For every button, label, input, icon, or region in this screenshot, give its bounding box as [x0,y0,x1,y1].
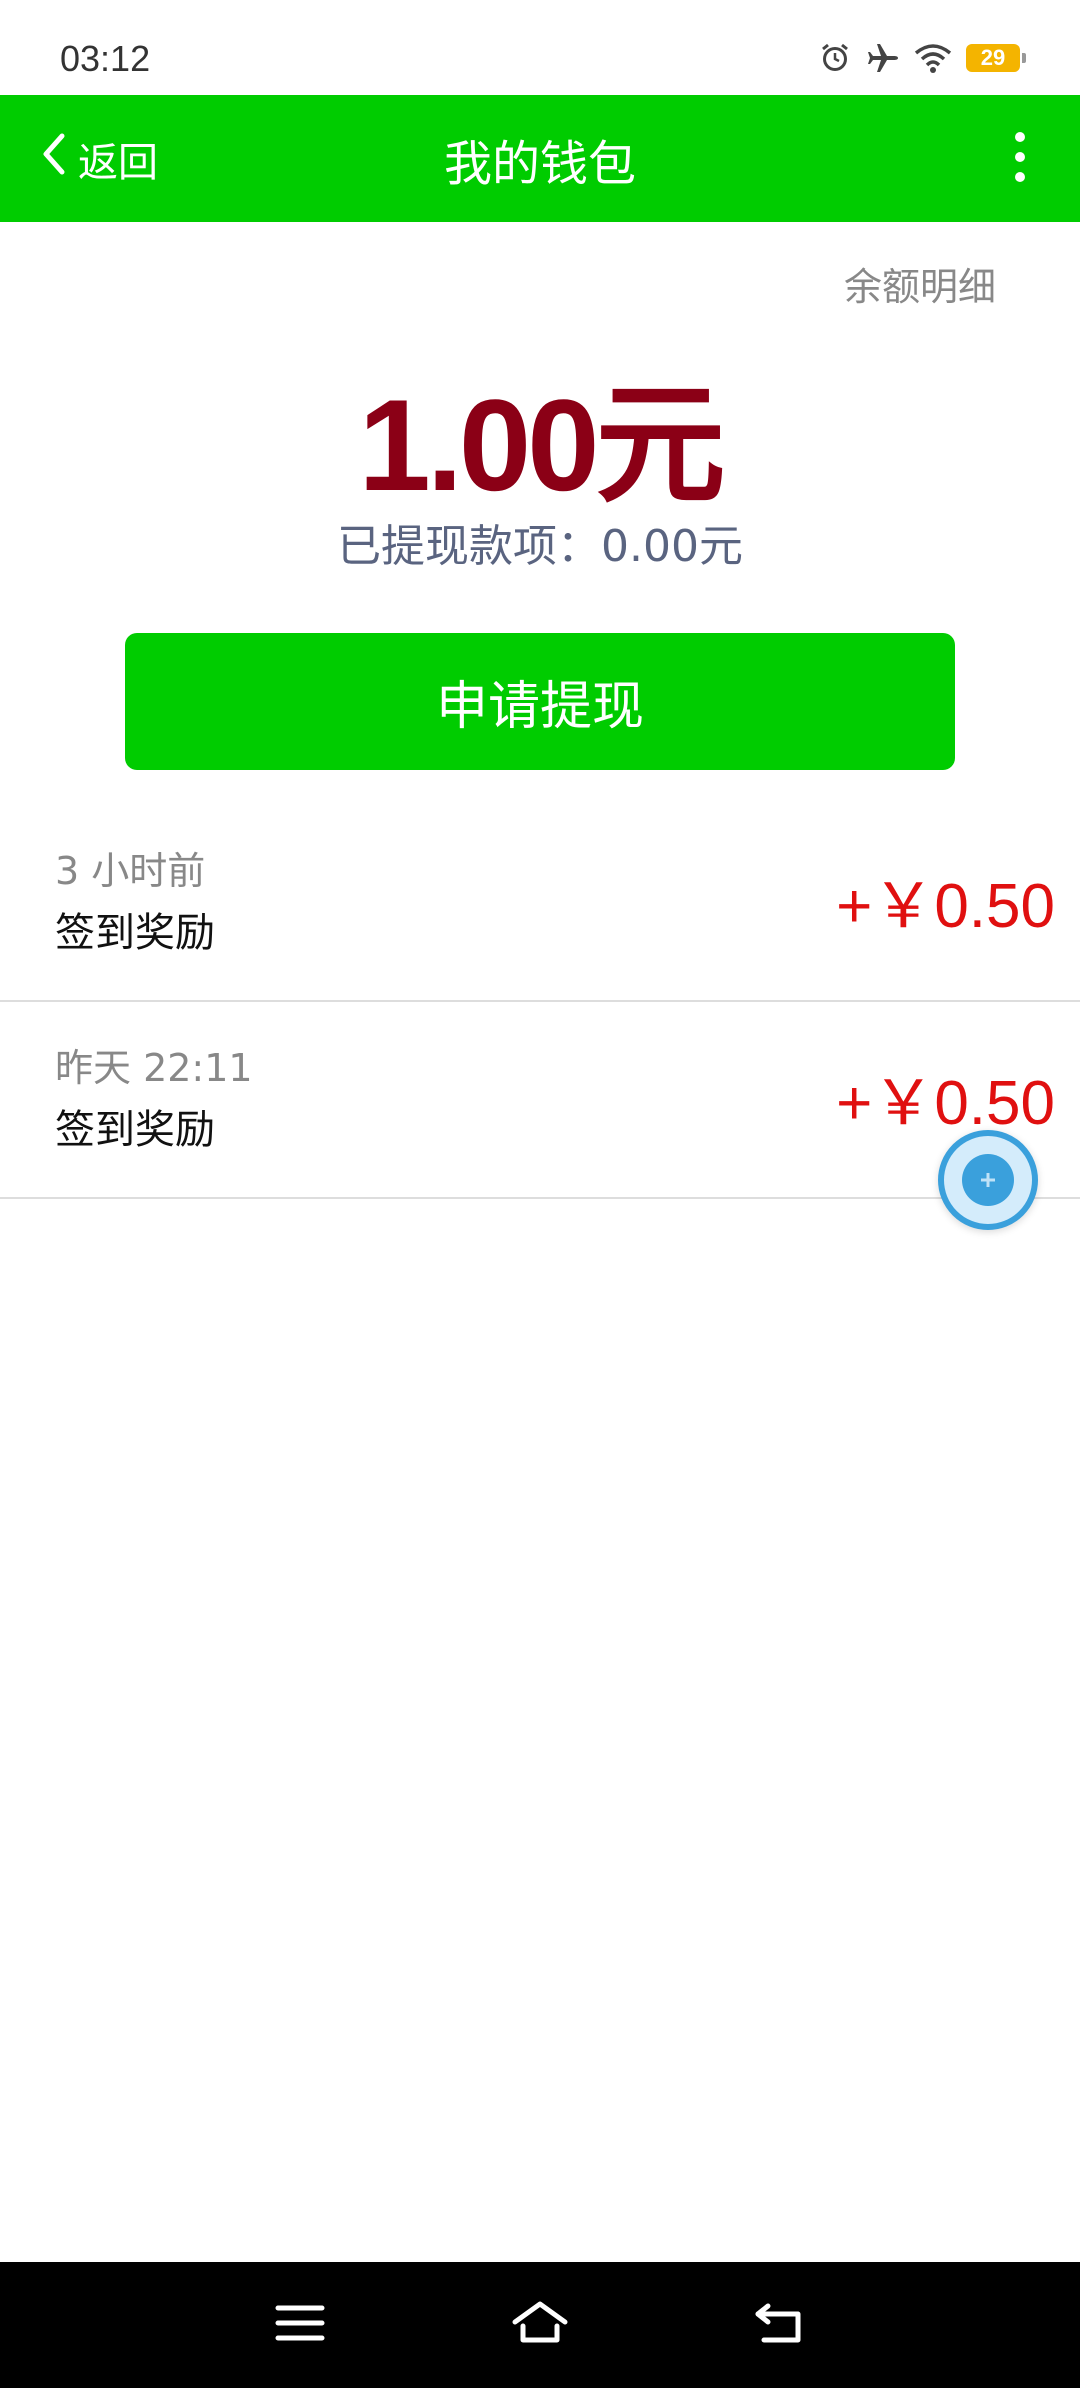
transaction-time: 3 小时前 [55,849,206,893]
airplane-icon [866,41,900,75]
more-options-button[interactable] [990,95,1050,222]
navigation-bar [0,2262,1080,2388]
more-vertical-icon [1014,131,1026,187]
transaction-list: 3 小时前 签到奖励 +￥0.50 昨天 22:11 签到奖励 +￥0.50 [0,805,1080,1199]
status-icons: 29 [818,38,1026,78]
list-item: 昨天 22:11 签到奖励 +￥0.50 [0,1002,1080,1199]
back-label: 返回 [78,139,158,186]
chevron-left-icon [40,132,68,186]
app-bar: 返回 我的钱包 [0,95,1080,222]
back-button[interactable]: 返回 [40,95,158,222]
menu-button[interactable] [240,2262,360,2388]
floating-assistant-button[interactable] [938,1130,1038,1230]
balance-detail-link[interactable]: 余额明细 [844,256,996,311]
withdraw-button[interactable]: 申请提现 [125,633,955,770]
wifi-icon [914,41,952,75]
transaction-amount: +￥0.50 [836,1069,1055,1138]
balance-amount: 1.00元 [358,372,725,518]
home-button[interactable] [480,2262,600,2388]
floating-plus-icon [962,1154,1014,1206]
list-item: 3 小时前 签到奖励 +￥0.50 [0,805,1080,1002]
back-icon [754,2300,806,2350]
battery-icon: 29 [966,44,1026,72]
transaction-description: 签到奖励 [55,1107,215,1153]
alarm-icon [818,41,852,75]
status-time: 03:12 [60,38,151,79]
transaction-amount: +￥0.50 [836,872,1055,941]
home-icon [511,2300,569,2350]
withdrawn-amount: 已提现款项：0.00元 [337,521,743,572]
back-nav-button[interactable] [720,2262,840,2388]
page-title: 我的钱包 [443,135,636,192]
transaction-description: 签到奖励 [55,910,215,956]
menu-icon [275,2303,325,2347]
transaction-time: 昨天 22:11 [55,1046,253,1090]
status-bar: 03:12 29 [0,0,1080,95]
